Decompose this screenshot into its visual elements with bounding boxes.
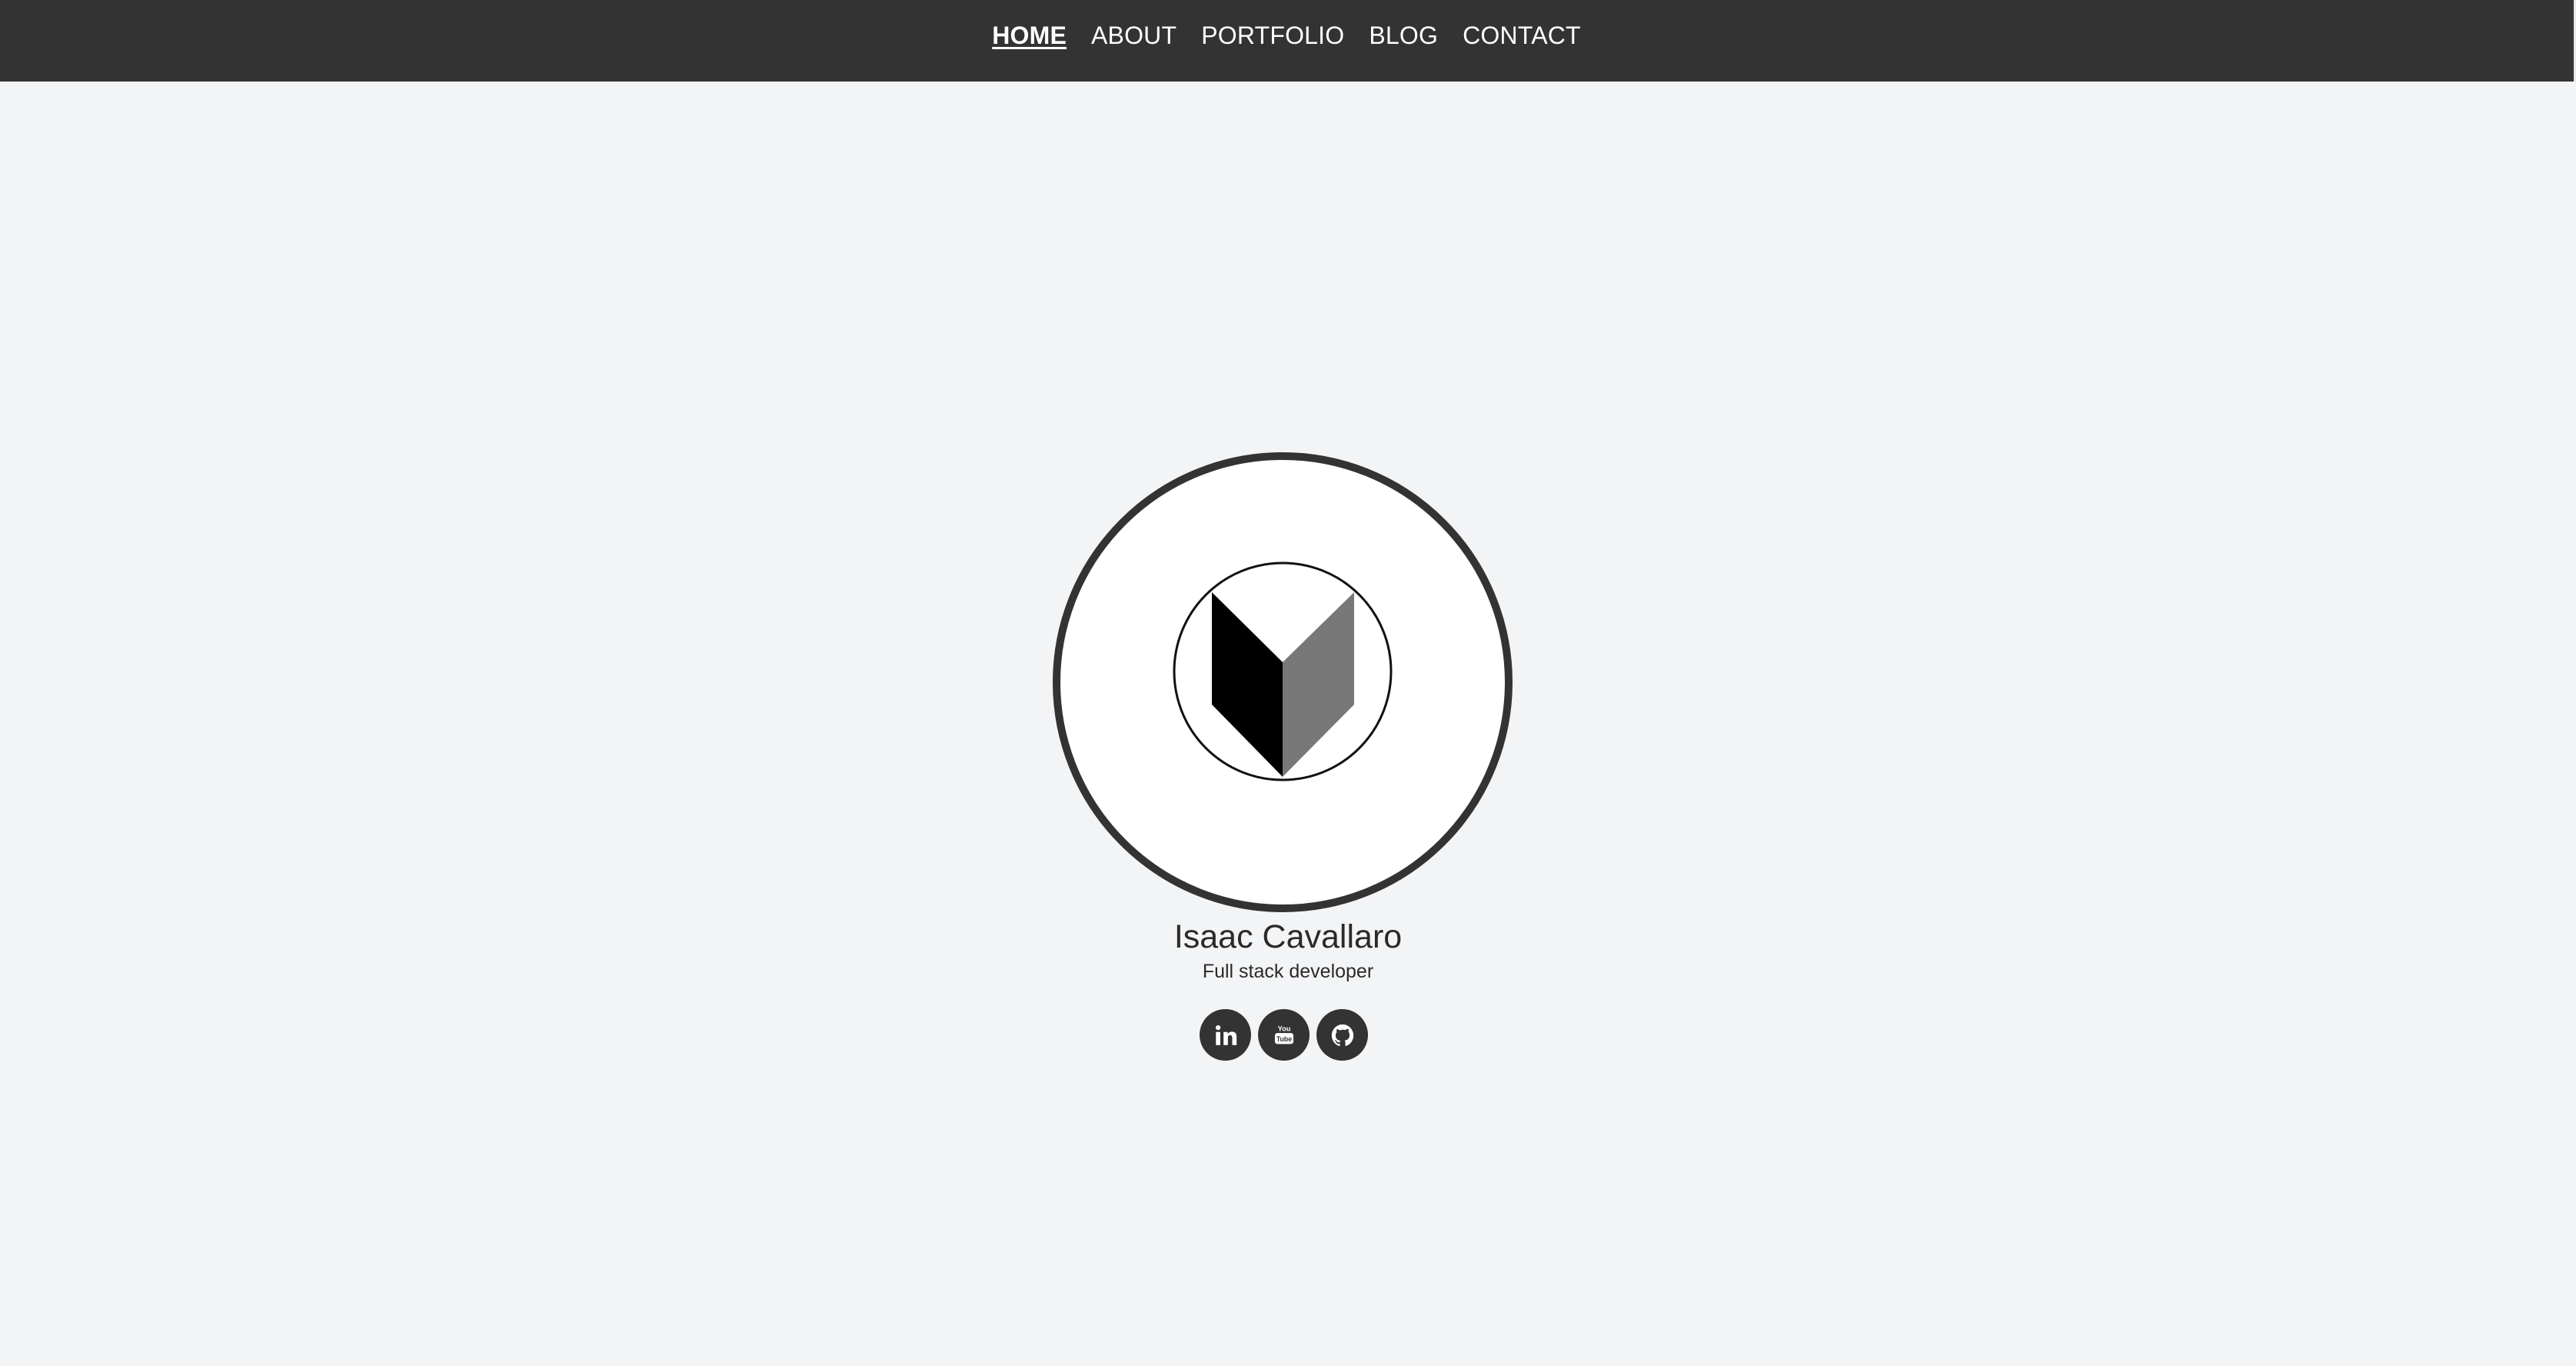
hero-section: Isaac Cavallaro Full stack developer You…: [0, 82, 2576, 1366]
avatar: [1053, 452, 1513, 912]
github-icon: [1331, 1024, 1353, 1046]
nav-item-contact[interactable]: CONTACT: [1463, 20, 1581, 51]
youtube-button[interactable]: You Tube: [1258, 1009, 1310, 1061]
svg-text:Tube: Tube: [1276, 1034, 1291, 1042]
profile-role: Full stack developer: [1202, 961, 1374, 982]
nav-list: HOME ABOUT PORTFOLIO BLOG CONTACT: [992, 20, 1581, 51]
linkedin-button[interactable]: [1200, 1009, 1251, 1061]
nav-item-about[interactable]: ABOUT: [1091, 20, 1177, 51]
nav-item-portfolio[interactable]: PORTFOLIO: [1201, 20, 1344, 51]
geometric-v-logo-icon: [1173, 561, 1393, 781]
linkedin-icon: [1215, 1024, 1236, 1045]
top-navigation: HOME ABOUT PORTFOLIO BLOG CONTACT: [0, 0, 2576, 82]
social-links: You Tube: [1200, 1009, 1368, 1061]
nav-item-home[interactable]: HOME: [992, 20, 1067, 51]
svg-text:You: You: [1277, 1024, 1290, 1032]
profile-name: Isaac Cavallaro: [1173, 918, 1403, 955]
nav-item-blog[interactable]: BLOG: [1369, 20, 1438, 51]
youtube-icon: You Tube: [1274, 1024, 1293, 1044]
github-button[interactable]: [1316, 1009, 1368, 1061]
